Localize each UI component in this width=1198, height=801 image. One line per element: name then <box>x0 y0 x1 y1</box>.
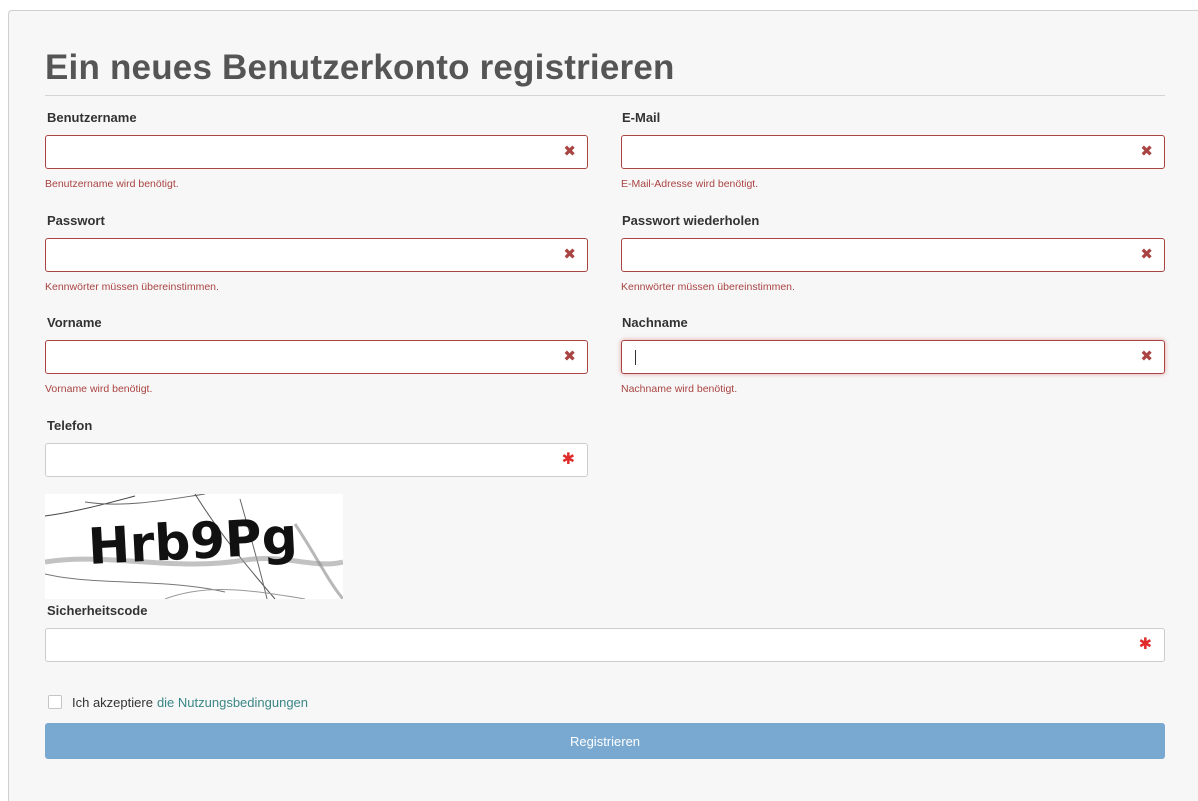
last-name-label: Nachname <box>622 315 688 330</box>
first-name-input[interactable] <box>46 341 587 373</box>
security-code-label: Sicherheitscode <box>47 603 148 618</box>
username-field[interactable]: ✖ <box>45 135 588 169</box>
error-x-icon: ✖ <box>1140 246 1153 263</box>
first-name-field[interactable]: ✖ <box>45 340 588 374</box>
required-asterisk-icon: ✱ <box>1138 636 1152 653</box>
password-input[interactable] <box>46 239 587 271</box>
last-name-input[interactable] <box>622 341 1164 373</box>
title-divider <box>45 95 1165 96</box>
page-title: Ein neues Benutzerkonto registrieren <box>45 48 675 87</box>
captcha-image: Hrb9Pg <box>44 493 345 600</box>
register-button[interactable]: Registrieren <box>45 723 1165 759</box>
password-repeat-input[interactable] <box>622 239 1164 271</box>
error-x-icon: ✖ <box>563 246 576 263</box>
first-name-label: Vorname <box>47 315 102 330</box>
email-input[interactable] <box>622 136 1164 168</box>
error-x-icon: ✖ <box>563 348 576 365</box>
email-error: E-Mail-Adresse wird benötigt. <box>621 178 759 190</box>
first-name-error: Vorname wird benötigt. <box>45 383 153 395</box>
password-repeat-error: Kennwörter müssen übereinstimmen. <box>621 281 795 293</box>
terms-checkbox[interactable] <box>48 695 62 709</box>
email-field[interactable]: ✖ <box>621 135 1165 169</box>
username-error: Benutzername wird benötigt. <box>45 178 179 190</box>
text-caret <box>635 350 636 365</box>
username-input[interactable] <box>46 136 587 168</box>
security-code-input[interactable] <box>46 629 1164 661</box>
security-code-field[interactable]: ✱ <box>45 628 1165 662</box>
error-x-icon: ✖ <box>563 143 576 160</box>
password-label: Passwort <box>47 213 105 228</box>
phone-input[interactable] <box>46 444 587 476</box>
phone-field[interactable]: ✱ <box>45 443 588 477</box>
last-name-error: Nachname wird benötigt. <box>621 383 738 395</box>
captcha-text: Hrb9Pg <box>87 507 299 576</box>
top-strip <box>0 0 1198 8</box>
password-field[interactable]: ✖ <box>45 238 588 272</box>
terms-label: Ich akzeptiere <box>72 694 153 710</box>
last-name-field[interactable]: ✖ <box>621 340 1165 374</box>
captcha-graphic: Hrb9Pg <box>44 493 345 600</box>
required-asterisk-icon: ✱ <box>561 451 575 468</box>
error-x-icon: ✖ <box>1140 143 1153 160</box>
error-x-icon: ✖ <box>1140 348 1153 365</box>
terms-row: Ich akzeptiere die Nutzungsbedingungen <box>48 693 308 711</box>
registration-panel <box>8 10 1198 801</box>
terms-link[interactable]: die Nutzungsbedingungen <box>157 695 308 710</box>
password-error: Kennwörter müssen übereinstimmen. <box>45 281 219 293</box>
password-repeat-label: Passwort wiederholen <box>622 213 760 228</box>
password-repeat-field[interactable]: ✖ <box>621 238 1165 272</box>
email-label: E-Mail <box>622 110 661 125</box>
phone-label: Telefon <box>47 418 93 433</box>
username-label: Benutzername <box>47 110 137 125</box>
